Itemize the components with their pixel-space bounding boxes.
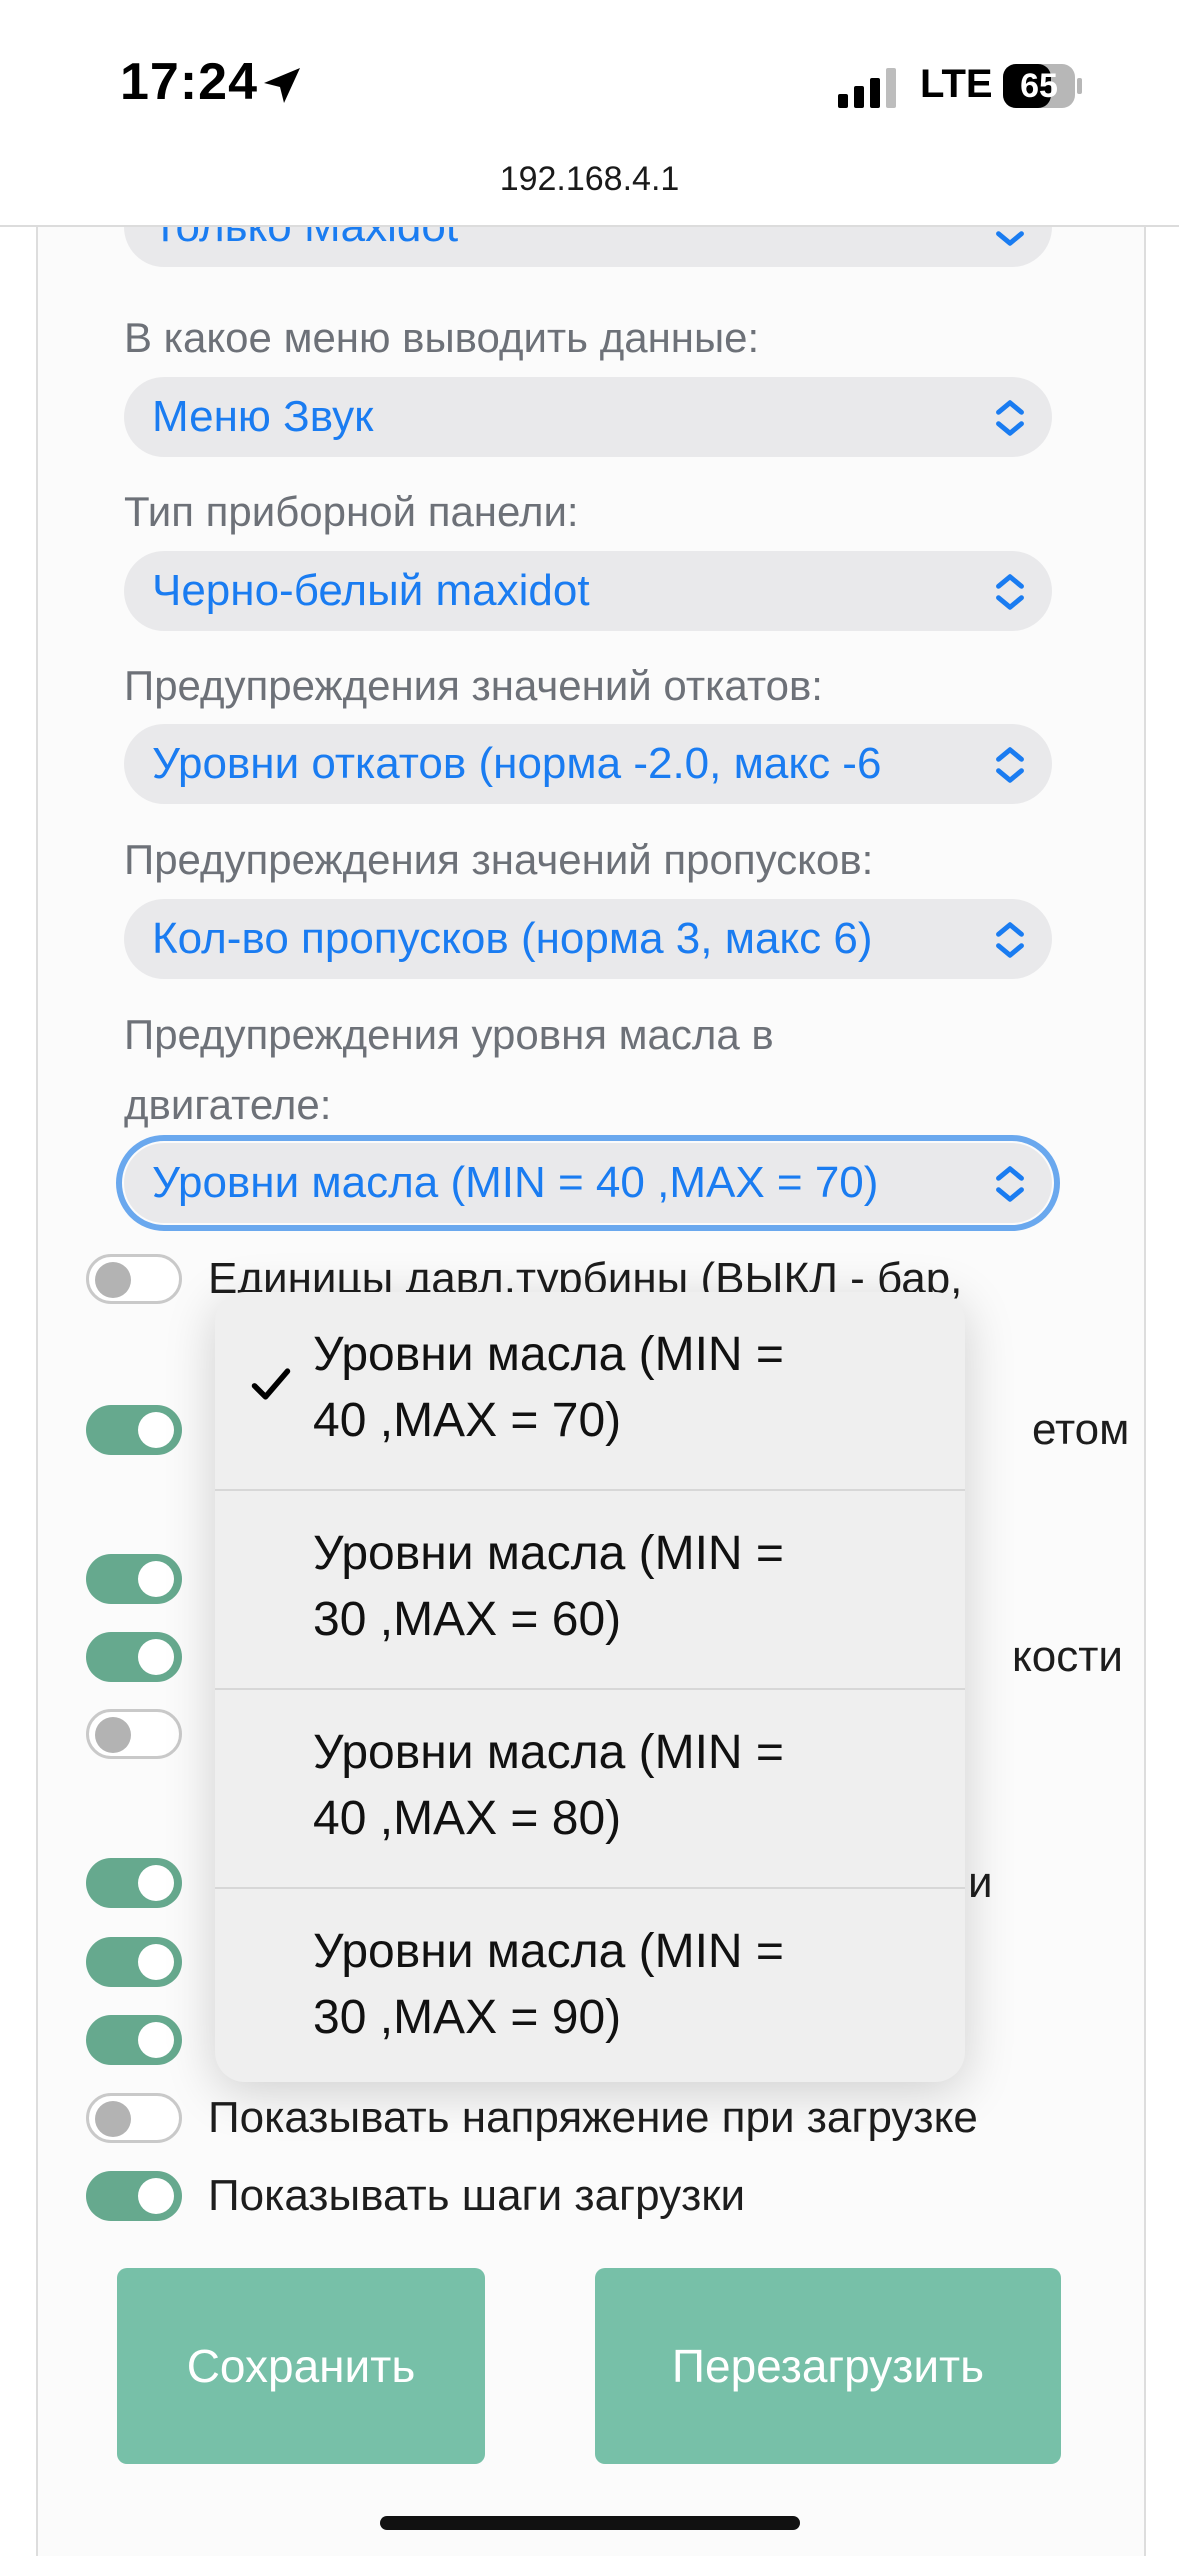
toggle-knob	[138, 2178, 174, 2214]
home-indicator[interactable]	[380, 2516, 800, 2530]
misfire-warning-label: Предупреждения значений пропусков:	[124, 836, 874, 883]
battery-icon: 65	[1003, 64, 1083, 108]
cellular-signal-icon	[838, 68, 896, 108]
dropdown-option[interactable]: Уровни масла (MIN = 40 ,MAX = 80)	[215, 1690, 965, 1887]
save-button[interactable]: Сохранить	[117, 2268, 485, 2464]
dashboard-type-value: Черно-белый maxidot	[152, 566, 590, 615]
chevron-updown-icon	[996, 400, 1024, 436]
toggle-6-label-peek: и	[968, 1858, 993, 1907]
knock-warning-value: Уровни откатов (норма -2.0, макс -6	[152, 739, 882, 788]
menu-output-select[interactable]: Меню Звук	[124, 377, 1052, 457]
toggle-boot-steps-label: Показывать шаги загрузки	[208, 2171, 746, 2220]
toggle-boot-voltage[interactable]	[86, 2093, 182, 2143]
oil-warning-select[interactable]: Уровни масла (MIN = 40 ,MAX = 70)	[116, 1135, 1060, 1231]
display-mode-select[interactable]: Только Maxidot	[124, 227, 1052, 267]
toggle-knob	[138, 1639, 174, 1675]
toggle-4[interactable]	[86, 1632, 182, 1682]
toggle-knob	[138, 1412, 174, 1448]
toggle-6[interactable]	[86, 1858, 182, 1908]
oil-warning-label-line1: Предупреждения уровня масла в	[124, 1011, 774, 1058]
battery-level: 65	[1020, 67, 1058, 105]
status-bar: 17:24 LTE 65 192.168.4.1	[0, 0, 1179, 198]
toggle-boot-voltage-label: Показывать напряжение при загрузке	[208, 2093, 978, 2142]
chevron-updown-icon	[996, 574, 1024, 610]
reboot-button[interactable]: Перезагрузить	[595, 2268, 1061, 2464]
toggle-knob	[138, 1865, 174, 1901]
menu-output-label: В какое меню выводить данные:	[124, 314, 760, 361]
knock-warning-select[interactable]: Уровни откатов (норма -2.0, макс -6	[124, 724, 1052, 804]
toggle-8[interactable]	[86, 2015, 182, 2065]
dropdown-option[interactable]: Уровни масла (MIN = 30 ,MAX = 60)	[215, 1491, 965, 1688]
toggle-knob	[95, 1717, 131, 1753]
network-type: LTE	[920, 62, 993, 106]
toggle-2-label-peek: етом	[1032, 1405, 1130, 1454]
top-select-clip: Только Maxidot	[0, 227, 1179, 287]
oil-warning-value: Уровни масла (MIN = 40 ,MAX = 70)	[152, 1158, 879, 1207]
dropdown-option[interactable]: Уровни масла (MIN = 30 ,MAX = 90)	[215, 1889, 965, 2082]
dropdown-option-text: Уровни масла (MIN = 40 ,MAX = 70)	[313, 1328, 784, 1447]
toggle-2[interactable]	[86, 1405, 182, 1455]
toggle-7[interactable]	[86, 1937, 182, 1987]
toggle-3[interactable]	[86, 1554, 182, 1604]
display-mode-value: Только Maxidot	[152, 227, 1002, 267]
toggle-4-label-peek: кости	[1012, 1632, 1123, 1681]
dashboard-type-label: Тип приборной панели:	[124, 488, 579, 535]
misfire-warning-select[interactable]: Кол-во пропусков (норма 3, макс 6)	[124, 899, 1052, 979]
dashboard-type-select[interactable]: Черно-белый maxidot	[124, 551, 1052, 631]
misfire-warning-value: Кол-во пропусков (норма 3, макс 6)	[152, 914, 873, 963]
knock-warning-label: Предупреждения значений откатов:	[124, 662, 823, 709]
chevron-updown-icon	[996, 231, 1024, 246]
dropdown-option-text: Уровни масла (MIN = 40 ,MAX = 80)	[313, 1726, 784, 1845]
dropdown-option-text: Уровни масла (MIN = 30 ,MAX = 60)	[313, 1527, 784, 1646]
toggle-5[interactable]	[86, 1709, 182, 1759]
location-arrow-icon	[264, 68, 300, 103]
chevron-updown-icon	[996, 1166, 1024, 1202]
toggle-knob	[95, 2101, 131, 2137]
checkmark-icon	[251, 1368, 291, 1400]
toggle-knob	[138, 1944, 174, 1980]
chevron-updown-icon	[996, 747, 1024, 783]
status-time: 17:24	[120, 53, 258, 111]
toggle-knob	[138, 2022, 174, 2058]
toggle-boot-steps[interactable]	[86, 2171, 182, 2221]
toggle-knob	[138, 1561, 174, 1597]
toggle-turbo-units[interactable]	[86, 1254, 182, 1304]
dropdown-option-selected[interactable]: Уровни масла (MIN = 40 ,MAX = 70)	[215, 1292, 965, 1489]
oil-level-dropdown: Уровни масла (MIN = 40 ,MAX = 70) Уровни…	[215, 1292, 965, 2082]
dropdown-option-text: Уровни масла (MIN = 30 ,MAX = 90)	[313, 1925, 784, 2044]
address-bar-url[interactable]: 192.168.4.1	[0, 160, 1179, 199]
oil-warning-label-line2: двигателе:	[124, 1081, 332, 1128]
toggle-knob	[95, 1262, 131, 1298]
chevron-updown-icon	[996, 922, 1024, 958]
menu-output-value: Меню Звук	[152, 392, 374, 441]
